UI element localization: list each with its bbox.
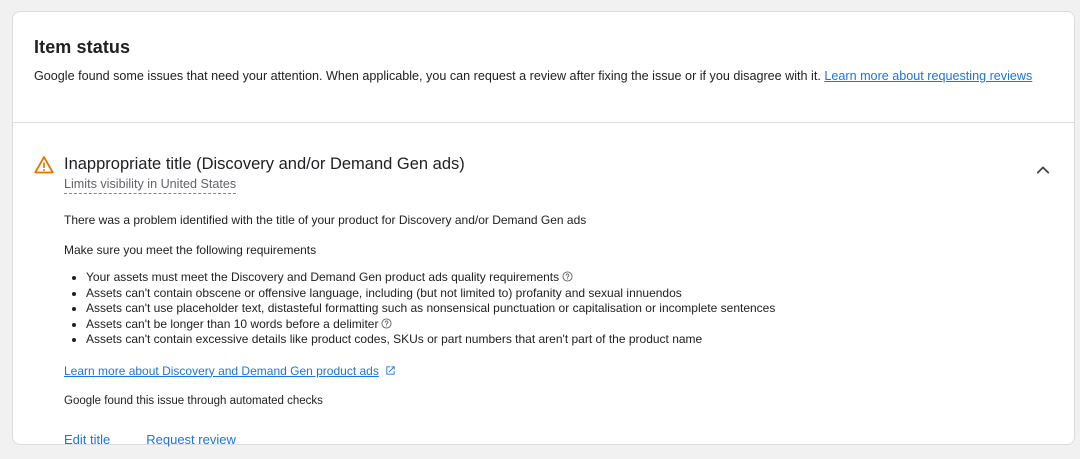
warning-triangle-icon: [34, 156, 54, 174]
issue-actions: Edit title Request review: [64, 431, 1053, 449]
help-circle-icon[interactable]: [381, 317, 392, 329]
issue-header[interactable]: Inappropriate title (Discovery and/or De…: [34, 153, 1053, 194]
chevron-up-icon[interactable]: [1034, 161, 1052, 179]
learn-more-reviews-link[interactable]: Learn more about requesting reviews: [824, 69, 1032, 83]
issue-title: Inappropriate title (Discovery and/or De…: [64, 155, 465, 173]
item-status-header: Item status Google found some issues tha…: [13, 12, 1074, 122]
status-description-text: Google found some issues that need your …: [34, 69, 821, 83]
list-item: Assets can't be longer than 10 words bef…: [86, 317, 1053, 333]
edit-title-button[interactable]: Edit title: [64, 431, 110, 449]
list-item: Assets can't use placeholder text, dista…: [86, 301, 1053, 317]
open-in-new-icon[interactable]: [385, 365, 396, 376]
issue-heading: Inappropriate title (Discovery and/or De…: [64, 153, 465, 194]
page-title: Item status: [34, 37, 131, 57]
learn-more-product-ads-link[interactable]: Learn more about Discovery and Demand Ge…: [64, 363, 379, 379]
requirements-list: Your assets must meet the Discovery and …: [64, 270, 1053, 348]
issue-visibility-subtitle[interactable]: Limits visibility in United States: [64, 176, 237, 194]
issue-body: There was a problem identified with the …: [34, 212, 1053, 449]
item-status-card: Item status Google found some issues tha…: [12, 11, 1075, 447]
help-circle-icon[interactable]: [562, 271, 573, 282]
list-item: Assets can't contain obscene or offensiv…: [86, 286, 1053, 302]
learn-more-row: Learn more about Discovery and Demand Ge…: [64, 363, 1053, 379]
list-item: Assets can't contain excessive details l…: [86, 332, 1053, 348]
issue-panel: Inappropriate title (Discovery and/or De…: [13, 123, 1074, 449]
request-review-button[interactable]: Request review: [146, 431, 236, 449]
problem-text: There was a problem identified with the …: [64, 213, 587, 227]
list-item: Your assets must meet the Discovery and …: [86, 270, 1053, 286]
requirements-intro: Make sure you meet the following require…: [64, 243, 317, 257]
automated-check-note: Google found this issue through automate…: [64, 394, 323, 407]
status-description: Google found some issues that need your …: [34, 67, 1053, 85]
